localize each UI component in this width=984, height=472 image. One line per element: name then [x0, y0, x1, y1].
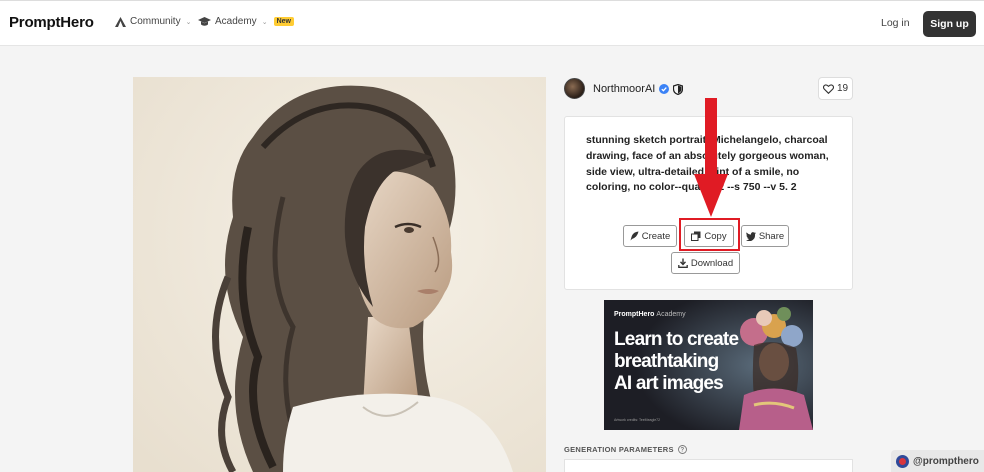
twitter-icon [745, 231, 756, 241]
user-info: NorthmoorAI [593, 83, 684, 95]
download-label: Download [690, 257, 734, 269]
portrait-illustration [133, 77, 546, 472]
user-avatar[interactable] [564, 78, 585, 99]
ad-headline: Learn to create breathtaking AI art imag… [614, 329, 744, 395]
shield-icon [673, 83, 684, 95]
watermark-text: @prompthero [913, 455, 979, 467]
generation-parameters-heading: GENERATION PARAMETERS ? [564, 445, 687, 454]
prompthero-watermark-icon [896, 454, 909, 468]
download-button[interactable]: Download [671, 252, 740, 274]
annotation-highlight-box [679, 218, 740, 251]
graduation-cap-icon [198, 16, 211, 26]
nav-academy[interactable]: Academy ⌄ New [198, 16, 294, 27]
nav-community[interactable]: Community ⌄ [115, 16, 191, 27]
prompthero-watermark: @prompthero [891, 450, 984, 472]
create-label: Create [641, 230, 671, 242]
generated-image[interactable] [133, 77, 546, 472]
generation-parameters-box [564, 459, 853, 472]
ad-brand-suffix: Academy [656, 311, 686, 318]
username[interactable]: NorthmoorAI [593, 83, 655, 95]
academy-ad-banner[interactable]: PromptHero Academy Learn to create breat… [604, 300, 813, 430]
signup-button[interactable]: Sign up [923, 11, 976, 37]
login-link[interactable]: Log in [881, 17, 910, 29]
nav-community-label: Community [130, 16, 181, 27]
ad-brand: PromptHero Academy [614, 311, 686, 318]
chevron-down-icon: ⌄ [185, 18, 192, 26]
nav-academy-label: Academy [215, 16, 257, 27]
feather-icon [630, 231, 639, 241]
site-logo[interactable]: PromptHero [9, 14, 94, 31]
create-button[interactable]: Create [623, 225, 677, 247]
annotation-arrow-icon [694, 98, 728, 217]
ad-headline-line: AI art images [614, 373, 724, 394]
top-navbar: PromptHero Community ⌄ Academy ⌄ New Log… [0, 0, 984, 46]
ad-headline-line: Learn to create [614, 329, 739, 350]
share-button[interactable]: Share [741, 225, 789, 247]
like-count: 19 [836, 83, 849, 94]
like-button[interactable]: 19 [818, 77, 853, 100]
help-icon[interactable]: ? [677, 445, 687, 454]
generation-parameters-label: GENERATION PARAMETERS [564, 445, 674, 454]
ad-brand-name: PromptHero [614, 311, 655, 318]
community-icon [115, 16, 126, 27]
heart-icon [822, 83, 834, 94]
svg-text:?: ? [680, 448, 684, 454]
ad-headline-line: breathtaking [614, 351, 719, 372]
verified-icon [659, 84, 670, 94]
share-label: Share [758, 230, 785, 242]
chevron-down-icon: ⌄ [261, 18, 268, 26]
new-badge: New [273, 17, 294, 26]
ad-credits: Artwork credits: TeeMeagle72 [614, 418, 661, 422]
download-icon [678, 258, 688, 268]
